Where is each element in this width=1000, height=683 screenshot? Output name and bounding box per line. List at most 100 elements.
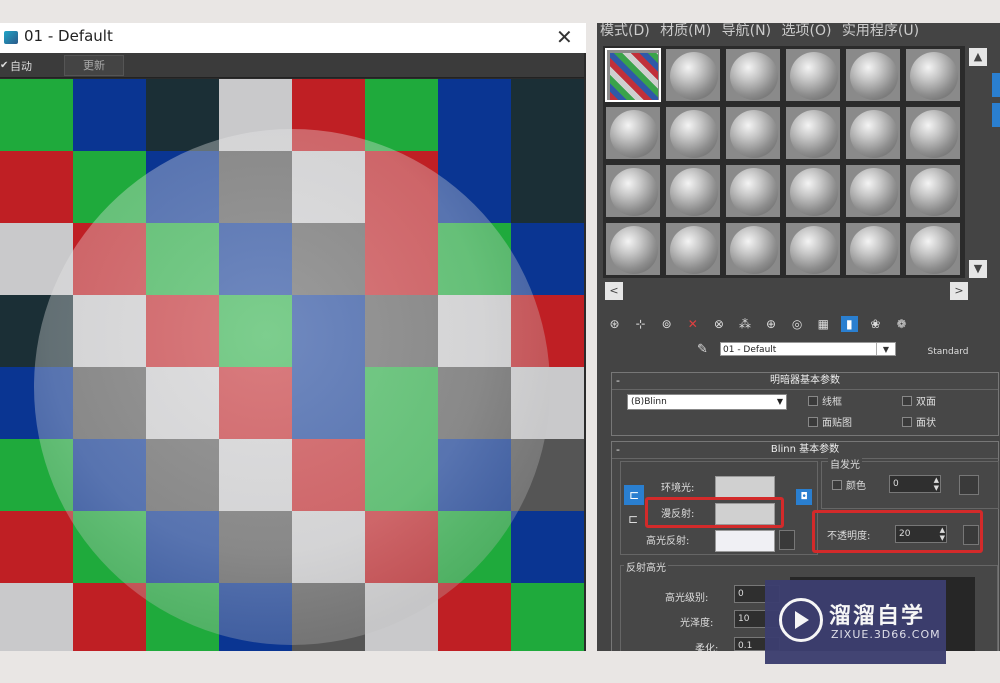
material-slot[interactable] (905, 48, 961, 102)
slots-scroll-right-button[interactable]: > (950, 282, 968, 300)
faceted-checkbox[interactable] (902, 417, 912, 427)
lock-ambient-diffuse-icon[interactable]: ⊏ (624, 485, 644, 505)
menu-item-utilities[interactable]: 实用程序(U) (842, 23, 919, 39)
lock-diffuse-specular-icon[interactable]: ⊏ (628, 512, 638, 526)
material-slot[interactable] (845, 164, 901, 218)
specular-color-swatch[interactable] (715, 530, 775, 552)
spinner-arrows-icon[interactable]: ▲ ▼ (934, 476, 939, 492)
put-to-library-icon[interactable]: ⊕ (763, 316, 780, 332)
checker-tile (365, 79, 438, 151)
material-slot[interactable] (605, 106, 661, 160)
assign-material-icon[interactable]: ⊚ (658, 316, 675, 332)
self-illum-map-button[interactable] (959, 475, 979, 495)
material-slot[interactable] (665, 106, 721, 160)
menu-item-mode[interactable]: 模式(D) (600, 23, 650, 39)
chevron-down-icon[interactable]: ▼ (876, 343, 895, 355)
menu-item-navigation[interactable]: 导航(N) (722, 23, 771, 39)
rollout-header[interactable]: - 明暗器基本参数 (612, 373, 998, 390)
menu-item-options[interactable]: 选项(O) (782, 23, 832, 39)
make-unique-icon[interactable]: ⁂ (736, 316, 753, 332)
material-slot[interactable] (785, 164, 841, 218)
preview-toolbar: ✔ 自动 更新 (0, 53, 584, 78)
two-sided-checkbox[interactable] (902, 396, 912, 406)
delete-icon[interactable]: ✕ (684, 316, 701, 332)
get-material-icon[interactable]: ⊛ (606, 316, 623, 332)
faceted-label: 面状 (916, 418, 936, 429)
sphere-sample-icon (790, 226, 838, 274)
material-slot[interactable] (605, 222, 661, 276)
material-slot[interactable] (725, 164, 781, 218)
material-slot[interactable] (725, 48, 781, 102)
sphere-sample-icon (730, 168, 778, 216)
menu-bar: 模式(D) 材质(M) 导航(N) 选项(O) 实用程序(U) (600, 20, 925, 40)
material-slot[interactable] (845, 106, 901, 160)
close-button[interactable]: ✕ (556, 25, 573, 49)
sphere-sample-icon (730, 226, 778, 274)
checker-tile (438, 79, 511, 151)
material-slot[interactable] (785, 106, 841, 160)
auto-update-label[interactable]: 自动 (10, 58, 32, 74)
material-slot[interactable] (785, 48, 841, 102)
material-slot[interactable] (905, 164, 961, 218)
specular-highlights-label: 反射高光 (624, 559, 668, 574)
play-icon (795, 611, 809, 629)
self-illum-value: 0 (893, 479, 899, 489)
preview-title-bar[interactable]: 01 - Default ✕ (0, 23, 586, 53)
sphere-sample-icon (670, 226, 718, 274)
material-slot[interactable] (665, 222, 721, 276)
shader-type-value: (B)Blinn (631, 397, 667, 407)
auto-check-icon[interactable]: ✔ (0, 60, 8, 71)
slots-scroll-down-button[interactable]: ▼ (969, 260, 987, 278)
material-slot[interactable] (605, 48, 661, 102)
wire-checkbox[interactable] (808, 396, 818, 406)
material-slot[interactable] (725, 222, 781, 276)
material-slot[interactable] (845, 48, 901, 102)
specular-map-button[interactable] (779, 530, 795, 550)
go-to-parent-icon[interactable]: ❀ (867, 316, 884, 332)
two-sided-label: 双面 (916, 397, 936, 408)
self-illum-spinner[interactable]: 0 ▲ ▼ (889, 475, 941, 493)
material-name-value: 01 - Default (723, 345, 777, 355)
show-end-result-icon[interactable]: ▮ (840, 316, 858, 332)
slots-scroll-up-button[interactable]: ▲ (969, 48, 987, 66)
material-slot[interactable] (785, 222, 841, 276)
ambient-label: 环境光: (661, 483, 695, 494)
watermark-title: 溜溜自学 (829, 604, 926, 629)
put-to-scene-icon[interactable]: ⊹ (632, 316, 649, 332)
glossiness-label: 光泽度: (680, 618, 714, 629)
material-type-button[interactable]: Standard (902, 342, 994, 362)
copy-material-icon[interactable]: ⊗ (710, 316, 727, 332)
update-button[interactable]: 更新 (64, 55, 124, 76)
lock-icon[interactable]: ◘ (796, 489, 812, 505)
annotation-box-opacity (812, 510, 983, 553)
material-slot[interactable] (725, 106, 781, 160)
self-illum-label: 自发光 (828, 456, 862, 471)
slots-scroll-left-button[interactable]: < (605, 282, 623, 300)
material-id-icon[interactable]: ◎ (789, 316, 806, 332)
checker-tile (0, 151, 73, 223)
go-forward-icon[interactable]: ❁ (893, 316, 910, 332)
side-toolbar-button[interactable] (992, 73, 1000, 97)
face-map-checkbox[interactable] (808, 417, 818, 427)
sphere-sample-icon (730, 110, 778, 158)
self-illum-color-checkbox[interactable] (832, 480, 842, 490)
material-slot[interactable] (665, 48, 721, 102)
show-in-viewport-icon[interactable]: ▦ (815, 316, 832, 332)
material-slot[interactable] (905, 106, 961, 160)
material-name-field[interactable]: 01 - Default ▼ (720, 342, 896, 356)
sphere-sample-icon (910, 226, 958, 274)
sphere-sample-icon (910, 52, 958, 100)
eyedropper-icon[interactable]: ✎ (697, 342, 708, 357)
menu-item-material[interactable]: 材质(M) (660, 23, 711, 39)
rollout-header[interactable]: - Blinn 基本参数 (612, 442, 998, 459)
material-slot[interactable] (665, 164, 721, 218)
side-toolbar-button[interactable] (992, 103, 1000, 127)
wire-label: 线框 (822, 397, 842, 408)
material-slot[interactable] (605, 164, 661, 218)
material-slot[interactable] (905, 222, 961, 276)
face-map-label: 面贴图 (822, 418, 852, 429)
ambient-color-swatch[interactable] (715, 476, 775, 498)
material-slot[interactable] (845, 222, 901, 276)
shader-type-select[interactable]: (B)Blinn ▼ (627, 394, 787, 410)
soften-value: 0.1 (738, 641, 753, 651)
